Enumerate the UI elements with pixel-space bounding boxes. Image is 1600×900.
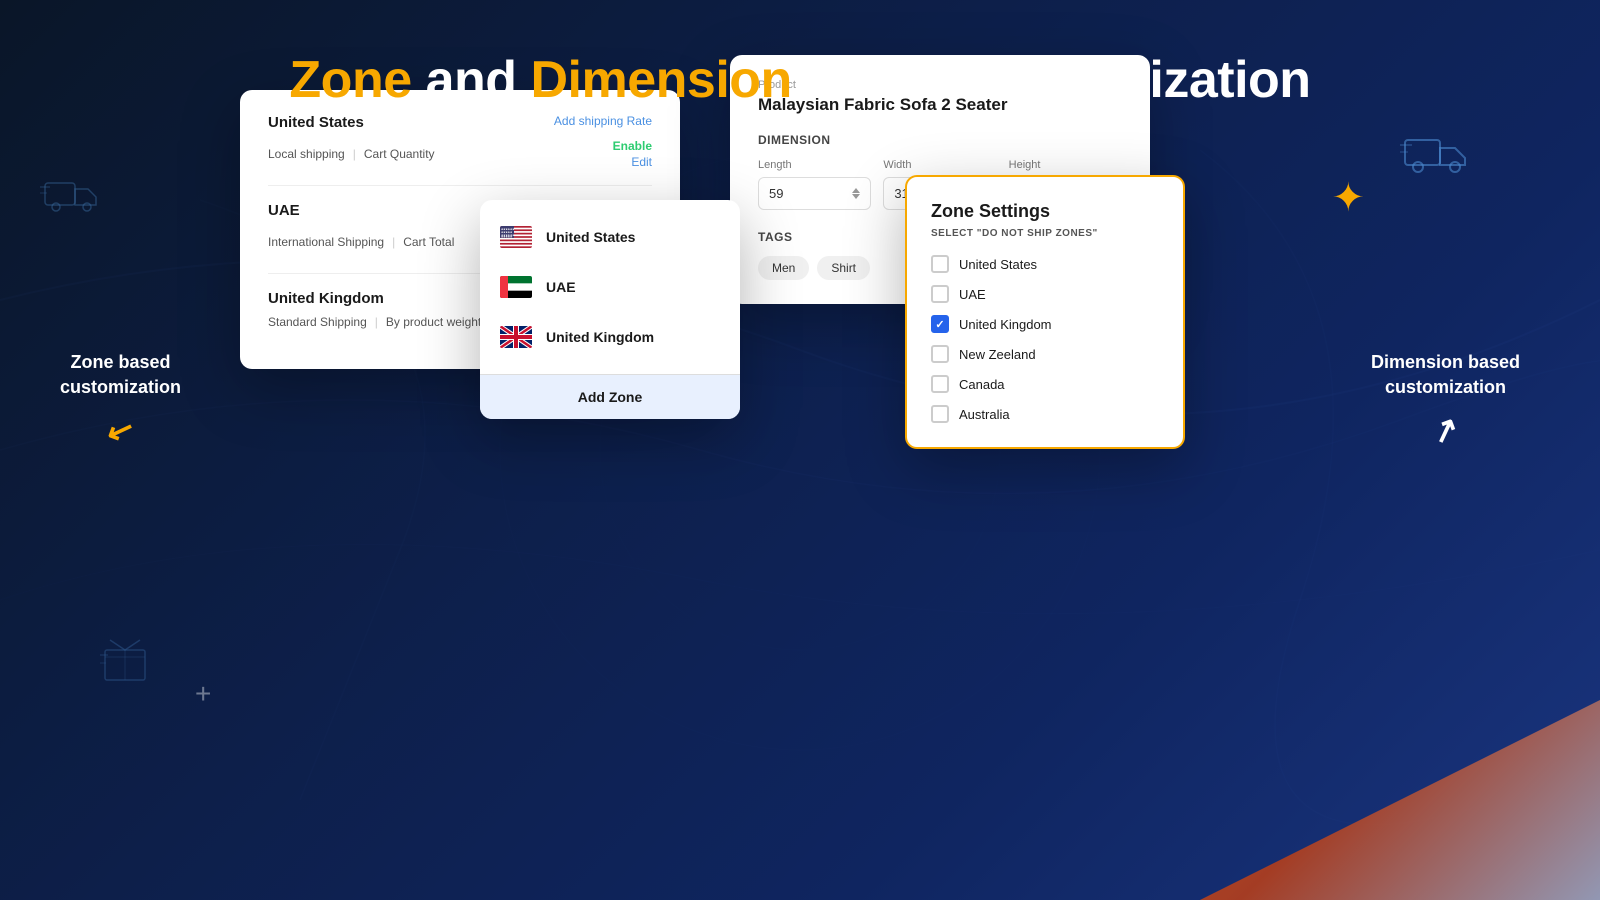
zone-selector-uae-name: UAE [546, 279, 576, 295]
title-zone: Zone [289, 51, 411, 109]
edit-us[interactable]: Edit [631, 155, 652, 169]
zone-item-us[interactable]: United States [931, 255, 1159, 273]
page-title: Zone and Dimension based customization [0, 0, 1600, 110]
length-up[interactable] [852, 188, 860, 193]
flag-gb [500, 326, 532, 348]
arrow-left-icon: ↙ [56, 389, 185, 472]
dimension-based-label: Dimension based customization ↗ [1371, 350, 1520, 453]
zone-selector-card: ★★★★★★ ★★★★★ ★★★★★★ ★★★★★ United States … [480, 200, 740, 419]
checkbox-au[interactable] [931, 405, 949, 423]
zone-settings-subtitle: SELECT "DO NOT SHIP ZONES" [931, 228, 1159, 239]
zone-item-nz[interactable]: New Zeeland [931, 345, 1159, 363]
star-icon: ✦ [1331, 175, 1365, 221]
length-field: Length 59 [758, 159, 871, 210]
flag-ae [500, 276, 532, 298]
tag-shirt: Shirt [817, 256, 870, 280]
checkbox-uk[interactable] [931, 315, 949, 333]
zone-label-uk: United Kingdom [959, 317, 1052, 332]
zone-method-uk: Standard Shipping | By product weight [268, 315, 481, 329]
title-and: and [412, 51, 531, 109]
zone-list: United States UAE United Kingdom New Zee… [931, 255, 1159, 423]
title-dimension: Dimension [530, 51, 791, 109]
length-input[interactable]: 59 [758, 177, 871, 210]
package-icon [100, 635, 150, 690]
zone-name-us: United States [268, 114, 364, 131]
zone-label-ca: Canada [959, 377, 1005, 392]
zone-based-label: Zone based customization ↙ [60, 350, 181, 453]
zone-method-us: Local shipping | Cart Quantity [268, 147, 435, 161]
zone-selector-item-uk[interactable]: United Kingdom [480, 312, 740, 362]
zone-label-us: United States [959, 257, 1037, 272]
length-stepper[interactable] [852, 188, 860, 199]
add-rate-us[interactable]: Add shipping Rate [554, 114, 652, 128]
zone-selector-list: ★★★★★★ ★★★★★ ★★★★★★ ★★★★★ United States … [480, 200, 740, 374]
zone-item-uae[interactable]: UAE [931, 285, 1159, 303]
arrow-right-icon: ↗ [1368, 384, 1523, 477]
checkbox-ca[interactable] [931, 375, 949, 393]
bottom-accent [1200, 700, 1600, 900]
plus-icon: + [195, 678, 211, 710]
checkbox-us[interactable] [931, 255, 949, 273]
zone-selector-item-uae[interactable]: UAE [480, 262, 740, 312]
add-zone-button[interactable]: Add Zone [480, 374, 740, 419]
zone-label-nz: New Zeeland [959, 347, 1036, 362]
checkbox-nz[interactable] [931, 345, 949, 363]
truck-icon [1400, 130, 1470, 185]
zone-name-uae: UAE [268, 202, 300, 219]
title-rest: based customization [792, 51, 1311, 109]
zone-selector-uk-name: United Kingdom [546, 329, 654, 345]
flag-us: ★★★★★★ ★★★★★ ★★★★★★ ★★★★★ [500, 226, 532, 248]
truck-left-icon [40, 175, 100, 225]
length-down[interactable] [852, 194, 860, 199]
zone-item-au[interactable]: Australia [931, 405, 1159, 423]
zone-name-uk: United Kingdom [268, 290, 384, 307]
zone-item-uk[interactable]: United Kingdom [931, 315, 1159, 333]
zone-settings-title: Zone Settings [931, 201, 1159, 222]
zone-section-us: United States Add shipping Rate Local sh… [268, 114, 652, 186]
enable-us[interactable]: Enable [613, 139, 652, 153]
tag-men: Men [758, 256, 809, 280]
checkbox-uae[interactable] [931, 285, 949, 303]
zone-label-au: Australia [959, 407, 1010, 422]
zone-item-ca[interactable]: Canada [931, 375, 1159, 393]
zone-selector-us-name: United States [546, 229, 635, 245]
svg-text:★★★★★: ★★★★★ [501, 235, 513, 239]
zone-label-uae: UAE [959, 287, 986, 302]
zone-method-uae: International Shipping | Cart Total [268, 235, 454, 249]
zone-selector-item-us[interactable]: ★★★★★★ ★★★★★ ★★★★★★ ★★★★★ United States [480, 212, 740, 262]
dimension-section-title: DIMENSION [758, 133, 1122, 147]
zone-settings-card: Zone Settings SELECT "DO NOT SHIP ZONES"… [905, 175, 1185, 449]
